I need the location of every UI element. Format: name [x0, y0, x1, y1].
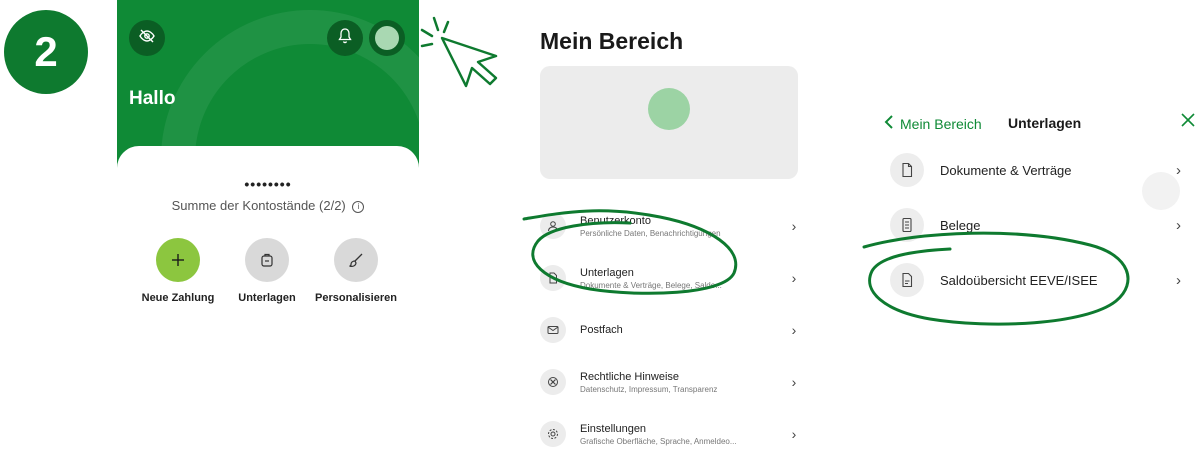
- avatar: [375, 26, 399, 50]
- chevron-right-icon: ›: [791, 374, 797, 390]
- chevron-right-icon: ›: [1176, 216, 1181, 234]
- new-payment-label: Neue Zahlung: [141, 292, 215, 304]
- new-payment-action[interactable]: Neue Zahlung: [128, 238, 228, 304]
- chevron-right-icon: ›: [1176, 271, 1181, 289]
- documents-label: Unterlagen: [238, 292, 296, 304]
- menu-item-rechtliche-hinweise[interactable]: Rechtliche Hinweise Datenschutz, Impress…: [536, 356, 802, 408]
- chevron-right-icon: ›: [791, 322, 797, 338]
- chevron-right-icon: ›: [1176, 161, 1181, 179]
- personalize-action[interactable]: Personalisieren: [306, 238, 406, 304]
- profile-button[interactable]: [369, 20, 405, 56]
- balance-summary-label: Summe der Kontostände (2/2): [171, 198, 346, 213]
- menu-item-sub: Grafische Oberfläche, Sprache, Anmeldeo.…: [580, 436, 737, 446]
- menu-item-label: Postfach: [580, 324, 623, 336]
- profile-banner: [540, 66, 798, 179]
- info-icon[interactable]: i: [352, 200, 365, 213]
- brush-icon: [334, 238, 378, 282]
- masked-balance: ••••••••: [244, 176, 292, 192]
- close-icon[interactable]: [1180, 111, 1196, 134]
- personalize-label: Personalisieren: [315, 292, 397, 304]
- menu-item-label: Rechtliche Hinweise: [580, 370, 680, 383]
- gear-icon: [540, 421, 566, 447]
- chevron-right-icon: ›: [791, 426, 797, 442]
- legal-icon: [540, 369, 566, 395]
- document-icon: [890, 153, 924, 187]
- balance-summary: Summe der Kontostände (2/2) i: [117, 198, 419, 213]
- highlight-circle-unterlagen: [522, 209, 738, 295]
- click-pointer-icon: [420, 16, 498, 88]
- step-badge: 2: [4, 10, 88, 94]
- documents-contracts-label: Dokumente & Verträge: [940, 162, 1072, 178]
- home-screen: Hallo •••••••• Summe der Kontostände (2/…: [117, 0, 419, 417]
- balance-card: •••••••• Summe der Kontostände (2/2) i N…: [117, 146, 419, 417]
- chevron-left-icon: [884, 115, 894, 132]
- document-bag-icon: [245, 238, 289, 282]
- menu-item-sub: Datenschutz, Impressum, Transparenz: [580, 384, 718, 394]
- back-button[interactable]: Mein Bereich: [884, 115, 982, 132]
- documents-action[interactable]: Unterlagen: [217, 238, 317, 304]
- notifications-button[interactable]: [327, 20, 363, 56]
- page-title: Mein Bereich: [540, 28, 684, 54]
- chevron-right-icon: ›: [791, 270, 797, 286]
- bell-icon: [338, 27, 352, 49]
- eye-off-icon: [139, 28, 155, 49]
- back-label: Mein Bereich: [900, 115, 982, 132]
- menu-item-label: Einstellungen: [580, 422, 647, 435]
- hide-balance-button[interactable]: [129, 20, 165, 56]
- screen-title: Unterlagen: [1008, 115, 1082, 131]
- plus-icon: [156, 238, 200, 282]
- chevron-right-icon: ›: [791, 218, 797, 234]
- menu-item-einstellungen[interactable]: Einstellungen Grafische Oberfläche, Spra…: [536, 408, 802, 460]
- menu-item-postfach[interactable]: Postfach ›: [536, 304, 802, 356]
- highlight-circle-saldo: [862, 231, 1130, 326]
- mail-icon: [540, 317, 566, 343]
- greeting: Hallo: [129, 88, 176, 109]
- avatar: [648, 88, 690, 130]
